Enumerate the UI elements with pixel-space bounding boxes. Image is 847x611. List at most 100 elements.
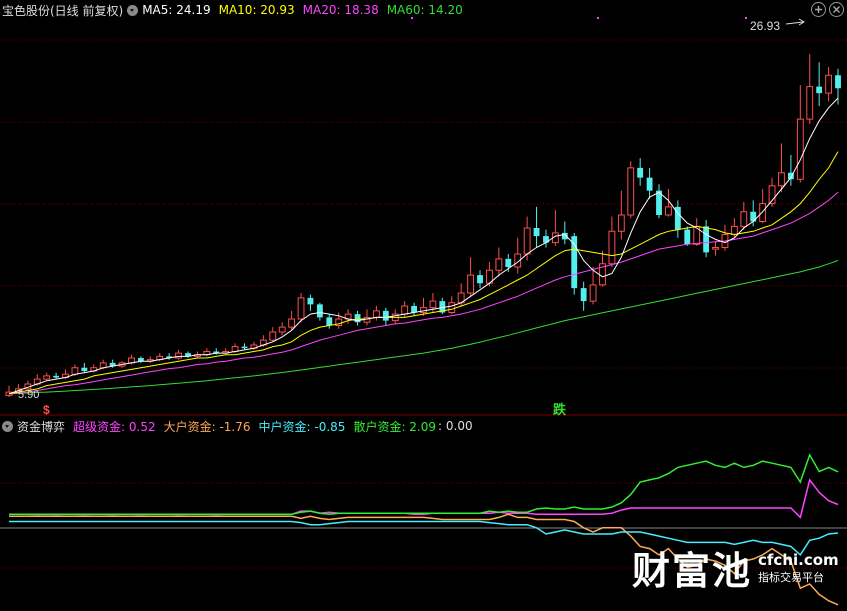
candle-body <box>477 275 483 284</box>
candle <box>712 241 719 256</box>
ma20-line <box>8 191 839 395</box>
logo-subtitle: 指标交易平台 <box>758 570 825 584</box>
candle <box>796 85 804 183</box>
candle-body <box>401 305 409 315</box>
candle-body <box>617 214 625 232</box>
candle <box>637 158 644 186</box>
high-marker: 26.93 <box>750 18 805 33</box>
candle-body <box>288 318 296 328</box>
candle <box>363 309 371 326</box>
candle-body <box>278 326 286 333</box>
small-fund-value: 散户资金: 2.09 <box>353 419 437 434</box>
candle <box>759 189 767 224</box>
candle <box>411 302 417 316</box>
candle-body <box>71 367 79 375</box>
candle <box>495 247 503 277</box>
low-price-label: 5.90 <box>18 389 39 401</box>
candle <box>693 218 701 246</box>
candle <box>835 68 841 105</box>
candle <box>467 257 475 297</box>
candle-body <box>806 86 814 120</box>
candle <box>589 267 597 305</box>
watermark-logo: 财富池 cfchi.com 指标交易平台 <box>632 540 839 595</box>
candle <box>599 250 606 287</box>
candle <box>721 224 729 251</box>
candle-body <box>730 225 738 235</box>
candle-body <box>467 274 475 294</box>
ma10-line <box>8 151 839 395</box>
candle <box>816 62 823 107</box>
candle-body <box>372 310 380 318</box>
candle <box>316 302 323 321</box>
candle-body <box>495 258 503 271</box>
candle-body <box>835 75 841 89</box>
candle-body <box>448 302 456 313</box>
candle-body <box>712 247 719 250</box>
sub-indicator-bar: 资金博弈 超级资金: 0.52 大户资金: -1.76 中户资金: -0.85 … <box>2 417 477 435</box>
main-indicator-bar: 宝色股份(日线 前复权) MA5: 24.19 MA10: 20.93 MA20… <box>2 1 467 19</box>
high-price-label: 26.93 <box>750 19 780 33</box>
candle <box>646 167 653 199</box>
candle-body <box>137 358 144 362</box>
candle <box>806 54 814 124</box>
candle-body <box>816 86 823 94</box>
candle <box>533 206 540 248</box>
candle-body <box>740 211 748 227</box>
candle <box>269 327 277 342</box>
candle <box>53 372 60 380</box>
candle <box>543 229 549 248</box>
chevron-down-icon[interactable] <box>2 420 13 432</box>
candle-body <box>81 367 88 371</box>
candle-body <box>523 227 531 255</box>
candle <box>787 154 794 186</box>
candle <box>514 237 522 274</box>
candle <box>551 210 559 246</box>
candle <box>185 351 191 358</box>
candle-body <box>665 206 672 216</box>
candle <box>43 372 51 381</box>
candle-body <box>307 297 314 305</box>
candle <box>627 161 635 219</box>
candle-body <box>778 172 785 187</box>
indicator-name: 资金博弈 <box>17 419 66 434</box>
candlesticks[interactable] <box>5 54 841 397</box>
candle <box>703 219 710 258</box>
candle-body <box>533 228 540 237</box>
candle <box>477 270 483 289</box>
candle <box>354 310 361 326</box>
close-circle-icon[interactable] <box>829 2 844 17</box>
candle <box>297 293 305 323</box>
candle-body <box>608 230 616 265</box>
candle <box>656 184 662 219</box>
candle <box>684 226 691 246</box>
candle-body <box>505 258 512 267</box>
candle <box>326 314 333 329</box>
mid-fund-value: 中户资金: -0.85 <box>258 419 346 434</box>
candle <box>288 310 296 331</box>
candle-body <box>684 229 691 245</box>
plus-circle-icon[interactable] <box>811 2 826 17</box>
candle-body <box>646 177 653 191</box>
candle <box>5 385 13 397</box>
candle <box>81 362 88 373</box>
candle-body <box>429 300 437 309</box>
ma5-line <box>8 97 839 395</box>
chevron-down-icon[interactable] <box>127 4 139 16</box>
super-fund-value: 超级资金: 0.52 <box>73 419 156 434</box>
super-fund-line <box>9 478 839 519</box>
candle <box>241 343 248 350</box>
candle-body <box>589 284 597 302</box>
stock-chart[interactable]: 26.93 5.90 $ 跌 <box>0 0 847 611</box>
candle-body <box>316 304 323 318</box>
candle <box>307 294 314 311</box>
ma10-value: MA10: 20.93 <box>218 3 295 17</box>
candle <box>608 216 616 267</box>
logo-url: cfchi.com <box>758 550 839 569</box>
buy-signal: $ <box>43 403 50 417</box>
candle <box>278 322 286 336</box>
candle <box>561 221 568 245</box>
ma60-value: MA60: 14.20 <box>386 3 463 17</box>
candle-body <box>53 375 60 378</box>
candle <box>222 348 230 355</box>
candle <box>175 349 182 360</box>
